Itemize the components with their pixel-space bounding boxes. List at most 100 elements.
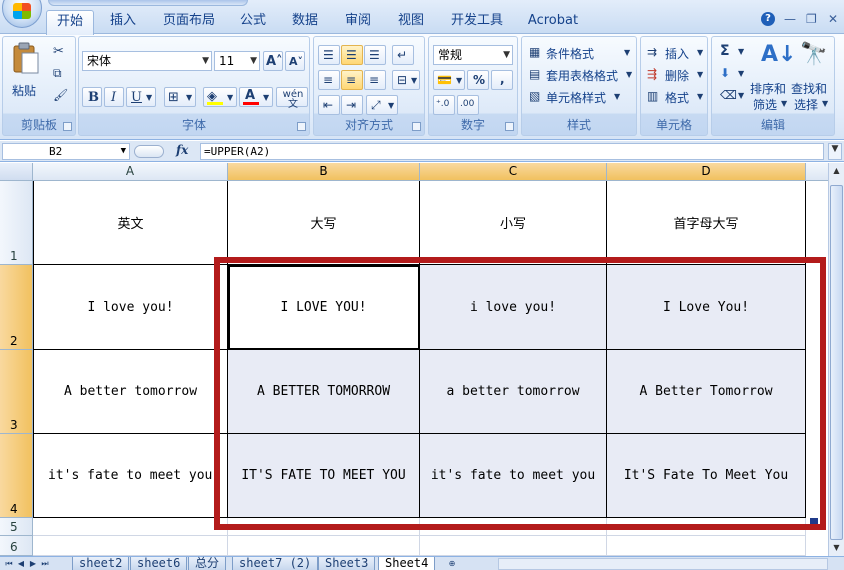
paste-button[interactable]: 粘贴 (7, 39, 45, 101)
cell-d6[interactable] (607, 536, 806, 556)
row-header-3[interactable]: 3 (0, 350, 33, 434)
row-header-4[interactable]: 4 (0, 434, 33, 518)
help-icon[interactable]: ? (761, 12, 775, 26)
cell-a4[interactable]: it's fate to meet you (33, 434, 228, 518)
underline-button[interactable]: U ▼ (126, 87, 156, 107)
tab-review[interactable]: 审阅 (336, 10, 380, 34)
column-header-c[interactable]: C (420, 163, 607, 181)
align-middle-button[interactable]: ☰ (341, 45, 363, 65)
increase-decimal-button[interactable]: ⁺.0 (433, 95, 455, 115)
cell-a1[interactable]: 英文 (33, 181, 228, 265)
tab-insert[interactable]: 插入 (100, 10, 146, 34)
borders-button[interactable]: ⊞ ▼ (164, 87, 196, 107)
autosum-button[interactable]: Σ ▼ (715, 41, 749, 61)
cell-c4[interactable]: it's fate to meet you (420, 434, 607, 518)
quick-access-toolbar[interactable] (48, 0, 248, 6)
cell-c5[interactable] (420, 518, 607, 536)
cell-a3[interactable]: A better tomorrow (33, 350, 228, 434)
cell-c3[interactable]: a better tomorrow (420, 350, 607, 434)
percent-button[interactable]: % (467, 70, 489, 90)
cell-d4[interactable]: It'S Fate To Meet You (607, 434, 806, 518)
decrease-decimal-button[interactable]: .00 (457, 95, 479, 115)
cell-c2[interactable]: i love you! (420, 265, 607, 350)
cell-d2[interactable]: I Love You! (607, 265, 806, 350)
cell-b1[interactable]: 大写 (228, 181, 420, 265)
sheet-tab-sheet6[interactable]: sheet6 (130, 557, 188, 570)
vertical-scroll-thumb[interactable] (830, 185, 843, 540)
conditional-format-button[interactable]: ▦ 条件格式 ▼ (525, 43, 635, 61)
column-header-e[interactable] (806, 163, 828, 181)
delete-cells-button[interactable]: ⇶ 删除 ▼ (644, 65, 706, 83)
restore-icon[interactable]: ❐ (806, 12, 817, 26)
clipboard-launcher[interactable] (63, 122, 72, 131)
select-all-corner[interactable] (0, 163, 33, 181)
cell-a5[interactable] (33, 518, 228, 536)
cell-d3[interactable]: A Better Tomorrow (607, 350, 806, 434)
prev-sheet-icon[interactable]: ◀ (16, 558, 26, 570)
tab-formulas[interactable]: 公式 (232, 10, 274, 34)
sheet-tab-sheet4[interactable]: Sheet4 (378, 557, 436, 570)
scroll-down-icon[interactable]: ▼ (830, 542, 843, 554)
number-launcher[interactable] (505, 122, 514, 131)
cut-icon[interactable]: ✂ (53, 45, 64, 58)
cell-b3[interactable]: A BETTER TOMORROW (228, 350, 420, 434)
insert-cells-button[interactable]: ⇉ 插入 ▼ (644, 43, 706, 61)
tab-developer[interactable]: 开发工具 (444, 10, 510, 34)
next-sheet-icon[interactable]: ▶ (28, 558, 38, 570)
align-left-button[interactable]: ≡ (318, 70, 340, 90)
cell-b2[interactable]: I LOVE YOU! (228, 265, 420, 350)
cell-d5[interactable] (607, 518, 806, 536)
sheet-tab-zongfen[interactable]: 总分 (188, 557, 227, 570)
close-icon[interactable]: ✕ (828, 12, 838, 26)
copy-icon[interactable]: ⧉ (53, 67, 62, 79)
find-select-button[interactable]: 🔭 查找和 选择 ▼ (791, 41, 833, 115)
insert-sheet-icon[interactable]: ⊕ (444, 558, 460, 570)
fill-color-button[interactable]: ◈ ▼ (203, 87, 237, 107)
shrink-font-button[interactable]: A˅ (285, 51, 305, 71)
last-sheet-icon[interactable]: ⏭ (40, 558, 50, 570)
column-header-a[interactable]: A (33, 163, 228, 181)
office-button[interactable] (2, 0, 42, 28)
font-size-select[interactable]: 11 ▼ (214, 51, 260, 71)
currency-button[interactable]: 💳 ▼ (433, 70, 465, 90)
formula-input[interactable]: =UPPER(A2) (200, 143, 824, 160)
row-header-2[interactable]: 2 (0, 265, 33, 350)
sheet-tab-sheet2[interactable]: sheet2 (72, 557, 130, 570)
font-name-select[interactable]: 宋体 ▼ (82, 51, 212, 71)
horizontal-scrollbar[interactable] (498, 558, 828, 570)
insert-function-icon[interactable]: fx (176, 143, 188, 157)
number-format-select[interactable]: 常规 ▼ (433, 45, 513, 65)
comma-button[interactable]: , (491, 70, 513, 90)
format-painter-icon[interactable]: 🖌 (53, 89, 68, 101)
cell-b5[interactable] (228, 518, 420, 536)
merge-center-button[interactable]: ⊟ ▼ (392, 70, 420, 90)
formula-cancel-toggle[interactable] (134, 145, 164, 158)
cell-a2[interactable]: I love you! (33, 265, 228, 350)
alignment-launcher[interactable] (412, 122, 421, 131)
scroll-up-icon[interactable]: ▲ (830, 165, 843, 177)
fill-handle[interactable] (810, 518, 818, 524)
cell-styles-button[interactable]: ▧ 单元格样式 ▼ (525, 87, 635, 105)
vertical-scrollbar[interactable]: ▲ ▼ (828, 163, 844, 556)
clear-button[interactable]: ⌫ ▼ (715, 85, 749, 105)
minimize-icon[interactable]: — (784, 12, 796, 26)
row-header-1[interactable]: 1 (0, 181, 33, 265)
cell-d1[interactable]: 首字母大写 (607, 181, 806, 265)
tab-view[interactable]: 视图 (390, 10, 432, 34)
phonetic-button[interactable]: wén 文 (276, 87, 308, 110)
sheet-tab-sheet7-2[interactable]: sheet7 (2) (232, 557, 319, 570)
sheet-tab-sheet3[interactable]: Sheet3 (318, 557, 376, 570)
format-cells-button[interactable]: ▥ 格式 ▼ (644, 87, 706, 105)
name-box[interactable]: B2 ▼ (2, 143, 130, 160)
grow-font-button[interactable]: A˄ (263, 51, 283, 71)
align-bottom-button[interactable]: ☰ (364, 45, 386, 65)
column-header-d[interactable]: D (607, 163, 806, 181)
align-top-button[interactable]: ☰ (318, 45, 340, 65)
align-center-button[interactable]: ≡ (341, 70, 363, 90)
font-color-button[interactable]: A ▼ (239, 87, 273, 107)
tab-home[interactable]: 开始 (46, 10, 94, 35)
wrap-text-button[interactable]: ↵ (392, 45, 414, 65)
first-sheet-icon[interactable]: ⏮ (4, 558, 14, 570)
align-right-button[interactable]: ≡ (364, 70, 386, 90)
italic-button[interactable]: I (104, 87, 124, 107)
